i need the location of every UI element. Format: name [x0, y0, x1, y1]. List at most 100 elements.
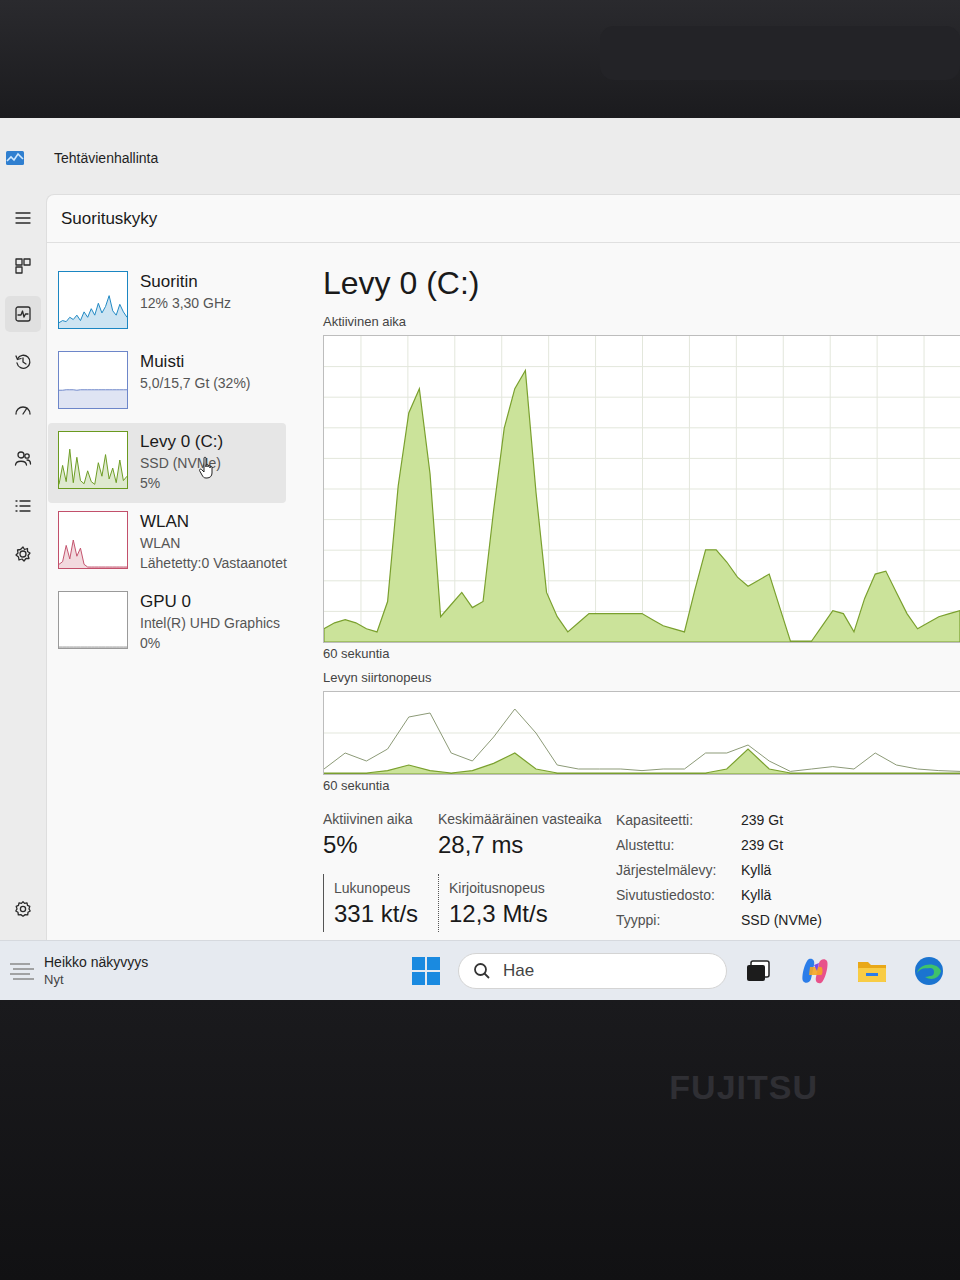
- history-icon: [14, 353, 32, 371]
- resource-detail: 12% 3,30 GHz: [140, 293, 231, 313]
- screen: Tehtävienhallinta Suorituskyky Suoritin …: [0, 0, 960, 1280]
- stat-value: 12,3 Mt/s: [449, 898, 616, 930]
- content-panel: Suorituskyky Suoritin 12% 3,30 GHz Muist…: [46, 194, 960, 940]
- stat: Kirjoitusnopeus 12,3 Mt/s: [438, 874, 616, 933]
- grid-line: [783, 336, 784, 642]
- property-value: 239 Gt: [741, 812, 822, 828]
- users-icon: [14, 449, 32, 467]
- file-explorer-icon[interactable]: [854, 953, 890, 989]
- nav-item[interactable]: [5, 488, 41, 524]
- stat-label: Kirjoitusnopeus: [449, 878, 616, 898]
- grid-line: [924, 336, 925, 642]
- page-header: Suorituskyky: [47, 195, 960, 243]
- processes-icon: [14, 257, 32, 275]
- windows-start-icon[interactable]: [412, 957, 440, 985]
- weather-time: Nyt: [44, 971, 148, 988]
- performance-view: Suoritin 12% 3,30 GHz Muisti 5,0/15,7 Gt…: [47, 243, 960, 940]
- stat: Keskimääräinen vasteaika 28,7 ms: [438, 805, 616, 864]
- resource-thumbnail: [58, 271, 128, 329]
- hand-cursor-icon: [198, 456, 216, 480]
- stat-label: Aktiivinen aika: [323, 809, 438, 829]
- stat-label: Lukunopeus: [334, 878, 438, 898]
- thumbnail-line: [59, 449, 127, 484]
- grid-line: [689, 336, 690, 642]
- property-label: Tyyppi:: [616, 912, 741, 928]
- grid-line: [360, 336, 361, 642]
- window-title: Tehtävienhallinta: [54, 150, 158, 166]
- gear-icon: [14, 900, 32, 918]
- active-time-chart: [323, 335, 960, 643]
- grid-line: [595, 336, 596, 642]
- thumbnail-area: [59, 449, 127, 488]
- startup-icon: [14, 401, 32, 419]
- laptop-bezel: FUJITSU: [0, 1000, 960, 1280]
- resource-detail: WLAN: [140, 533, 276, 553]
- disk-detail: Levy 0 (C:) Aktiivinen aika 60 sekuntia …: [287, 243, 960, 940]
- nav-rail: [0, 194, 46, 940]
- resource-detail: 5,0/15,7 Gt (32%): [140, 373, 251, 393]
- stat-value: 5%: [323, 829, 438, 861]
- nav-item[interactable]: [5, 344, 41, 380]
- axis-label: 60 sekuntia: [323, 777, 960, 795]
- detail-title: Levy 0 (C:): [323, 263, 960, 303]
- fog-icon: [8, 959, 36, 983]
- nav-item[interactable]: [5, 440, 41, 476]
- property-value: SSD (NVMe): [741, 912, 822, 928]
- nav-item[interactable]: [5, 536, 41, 572]
- resource-name: Suoritin: [140, 271, 231, 293]
- resource-detail: Intel(R) UHD Graphics: [140, 613, 276, 633]
- grid-line: [324, 733, 960, 734]
- details-icon: [14, 497, 32, 515]
- magnifier-icon: [473, 962, 491, 980]
- grid-line: [830, 336, 831, 642]
- window-body: Suorituskyky Suoritin 12% 3,30 GHz Muist…: [0, 194, 960, 940]
- thumbnail-area: [59, 296, 127, 328]
- property-label: Kapasiteetti:: [616, 812, 741, 828]
- property-label: Sivutustiedosto:: [616, 887, 741, 903]
- property-value: Kyllä: [741, 862, 822, 878]
- active-time-series: [324, 370, 960, 642]
- transfer-plot: [324, 692, 960, 774]
- property-value: 239 Gt: [741, 837, 822, 853]
- chart-label: Levyn siirtonopeus: [323, 669, 960, 687]
- properties-grid: Kapasiteetti: 239 GtAlustettu: 239 GtJär…: [616, 805, 822, 932]
- weather-widget[interactable]: Heikko näkyvyys Nyt: [0, 953, 412, 988]
- resource-item[interactable]: Suoritin 12% 3,30 GHz: [48, 263, 286, 343]
- resource-list: Suoritin 12% 3,30 GHz Muisti 5,0/15,7 Gt…: [47, 243, 287, 940]
- resource-item[interactable]: WLAN WLANLähetetty:0 Vastaanotet: [48, 503, 286, 583]
- resource-item[interactable]: GPU 0 Intel(R) UHD Graphics0%: [48, 583, 286, 663]
- taskbar: Heikko näkyvyys Nyt Hae: [0, 940, 960, 1000]
- nav-item[interactable]: [5, 392, 41, 428]
- copilot-icon[interactable]: [797, 953, 833, 989]
- chart-label: Aktiivinen aika: [323, 313, 960, 331]
- resource-thumbnail: [58, 591, 128, 649]
- resource-thumbnail: [58, 511, 128, 569]
- grid-line: [642, 336, 643, 642]
- task-view-icon[interactable]: [740, 953, 776, 989]
- thumbnail-line: [59, 296, 127, 323]
- menu-button[interactable]: [5, 200, 41, 236]
- nav-item[interactable]: [5, 296, 41, 332]
- bezel-top: [0, 0, 960, 118]
- performance-icon: [14, 305, 32, 323]
- nav-item[interactable]: [5, 248, 41, 284]
- resource-text: Muisti 5,0/15,7 Gt (32%): [140, 351, 251, 393]
- search-box[interactable]: Hae: [458, 953, 727, 989]
- thumbnail-line: [59, 389, 127, 390]
- active-time-plot: [324, 336, 960, 642]
- edge-icon[interactable]: [911, 953, 947, 989]
- axis-label: 60 sekuntia: [323, 645, 960, 663]
- settings-button[interactable]: [5, 891, 41, 927]
- weather-title: Heikko näkyvyys: [44, 953, 148, 971]
- stats-area: Aktiivinen aika 5%Keskimääräinen vasteai…: [323, 805, 960, 932]
- stats-grid: Aktiivinen aika 5%Keskimääräinen vasteai…: [323, 805, 616, 932]
- resource-item[interactable]: Muisti 5,0/15,7 Gt (32%): [48, 343, 286, 423]
- transfer-chart: [323, 691, 960, 775]
- resource-name: Muisti: [140, 351, 251, 373]
- hamburger-icon: [14, 209, 32, 227]
- resource-text: WLAN WLANLähetetty:0 Vastaanotet: [140, 511, 276, 573]
- title-bar: Tehtävienhallinta: [0, 118, 960, 194]
- write-series: [324, 749, 960, 774]
- resource-item[interactable]: Levy 0 (C:) SSD (NVMe)5%: [48, 423, 286, 503]
- services-icon: [14, 545, 32, 563]
